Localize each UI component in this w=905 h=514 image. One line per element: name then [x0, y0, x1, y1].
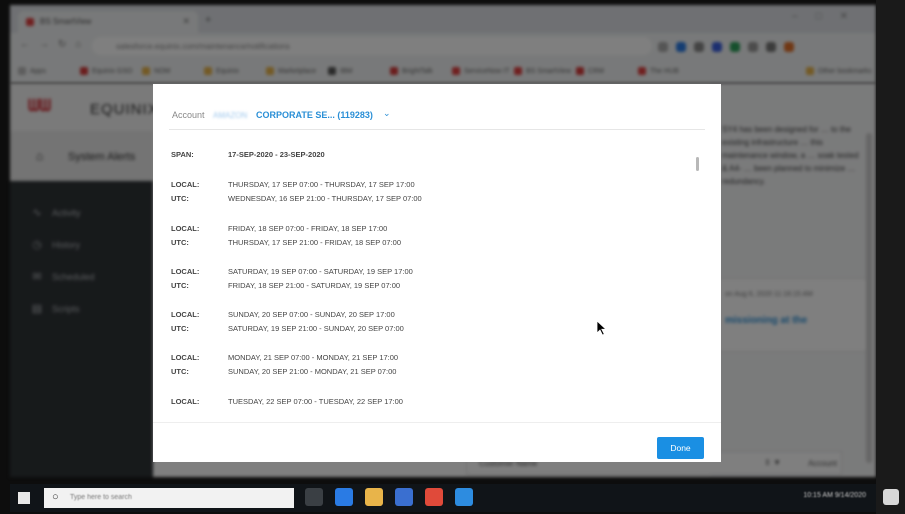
local-value: TUESDAY, 22 SEP 07:00 - TUESDAY, 22 SEP … — [228, 397, 403, 406]
local-value: SUNDAY, 20 SEP 07:00 - SUNDAY, 20 SEP 17… — [228, 310, 395, 319]
local-key: LOCAL: — [171, 267, 200, 276]
schedule-local-row: LOCAL: TUESDAY, 22 SEP 07:00 - TUESDAY, 2… — [153, 395, 693, 409]
modal-footer: Done — [153, 422, 721, 462]
notification-icon[interactable] — [883, 489, 899, 505]
schedule-local-row: LOCAL: SATURDAY, 19 SEP 07:00 - SATURDAY,… — [153, 265, 693, 279]
utc-key: UTC: — [171, 367, 189, 376]
app-icon — [335, 488, 353, 506]
done-button[interactable]: Done — [657, 437, 704, 459]
utc-value: FRIDAY, 18 SEP 21:00 - SATURDAY, 19 SEP … — [228, 281, 401, 290]
chevron-down-icon[interactable]: ⌄ — [383, 108, 391, 119]
schedule-utc-row: UTC: SATURDAY, 19 SEP 21:00 - SUNDAY, 20 … — [153, 322, 693, 336]
utc-key: UTC: — [171, 194, 189, 203]
span-row: SPAN: 17-SEP-2020 - 23-SEP-2020 — [153, 148, 693, 162]
desktop-edge — [876, 0, 905, 514]
local-value: MONDAY, 21 SEP 07:00 - MONDAY, 21 SEP 17… — [228, 353, 399, 362]
taskbar-apps[interactable] — [305, 488, 485, 506]
utc-key: UTC: — [171, 281, 189, 290]
span-key: SPAN: — [171, 150, 194, 159]
chrome-icon — [425, 488, 443, 506]
utc-key: UTC: — [171, 238, 189, 247]
utc-value: THURSDAY, 17 SEP 21:00 - FRIDAY, 18 SEP … — [228, 238, 402, 247]
taskbar: ○ Type here to search 10:15 AM 9/14/2020 — [10, 484, 876, 512]
task-view-icon — [305, 488, 323, 506]
schedule-local-row: LOCAL: THURSDAY, 17 SEP 07:00 - THURSDAY,… — [153, 178, 693, 192]
utc-value: SUNDAY, 20 SEP 21:00 - MONDAY, 21 SEP 07… — [228, 367, 397, 376]
schedule-utc-row: UTC: THURSDAY, 17 SEP 21:00 - FRIDAY, 18 … — [153, 236, 693, 250]
local-value: THURSDAY, 17 SEP 07:00 - THURSDAY, 17 SE… — [228, 180, 415, 189]
mouse-cursor-icon — [596, 320, 608, 336]
utc-key: UTC: — [171, 324, 189, 333]
schedule-local-row: LOCAL: MONDAY, 21 SEP 07:00 - MONDAY, 21 … — [153, 351, 693, 365]
system-tray-clock[interactable]: 10:15 AM 9/14/2020 — [803, 492, 866, 499]
maintenance-schedule-modal: Account AMAZON CORPORATE SE... (119283) … — [153, 84, 721, 462]
local-key: LOCAL: — [171, 310, 200, 319]
local-key: LOCAL: — [171, 224, 200, 233]
account-name-redacted: AMAZON — [213, 111, 248, 120]
utc-value: WEDNESDAY, 16 SEP 21:00 - THURSDAY, 17 S… — [228, 194, 422, 203]
modal-scrollbar[interactable] — [696, 157, 699, 171]
local-key: LOCAL: — [171, 353, 200, 362]
divider — [169, 129, 705, 130]
schedule-local-row: LOCAL: FRIDAY, 18 SEP 07:00 - FRIDAY, 18 … — [153, 222, 693, 236]
schedule-utc-row: UTC: WEDNESDAY, 16 SEP 21:00 - THURSDAY, … — [153, 192, 693, 206]
folder-icon — [365, 488, 383, 506]
span-value: 17-SEP-2020 - 23-SEP-2020 — [228, 150, 325, 159]
schedule-utc-row: UTC: SUNDAY, 20 SEP 21:00 - MONDAY, 21 SE… — [153, 365, 693, 379]
start-icon[interactable] — [18, 492, 30, 504]
local-key: LOCAL: — [171, 397, 200, 406]
utc-value: SATURDAY, 19 SEP 21:00 - SUNDAY, 20 SEP … — [228, 324, 404, 333]
schedule-utc-row: UTC: FRIDAY, 18 SEP 21:00 - SATURDAY, 19 … — [153, 279, 693, 293]
search-icon: ○ — [52, 491, 59, 503]
local-value: FRIDAY, 18 SEP 07:00 - FRIDAY, 18 SEP 17… — [228, 224, 388, 233]
local-key: LOCAL: — [171, 180, 200, 189]
account-label: Account — [172, 110, 205, 120]
app-icon — [455, 488, 473, 506]
app-icon — [395, 488, 413, 506]
account-selector[interactable]: CORPORATE SE... (119283) — [256, 110, 373, 120]
search-placeholder: Type here to search — [70, 494, 132, 501]
local-value: SATURDAY, 19 SEP 07:00 - SATURDAY, 19 SE… — [228, 267, 413, 276]
taskbar-search[interactable]: ○ Type here to search — [44, 488, 294, 508]
modal-header: Account AMAZON CORPORATE SE... (119283) … — [153, 84, 721, 130]
schedule-local-row: LOCAL: SUNDAY, 20 SEP 07:00 - SUNDAY, 20 … — [153, 308, 693, 322]
